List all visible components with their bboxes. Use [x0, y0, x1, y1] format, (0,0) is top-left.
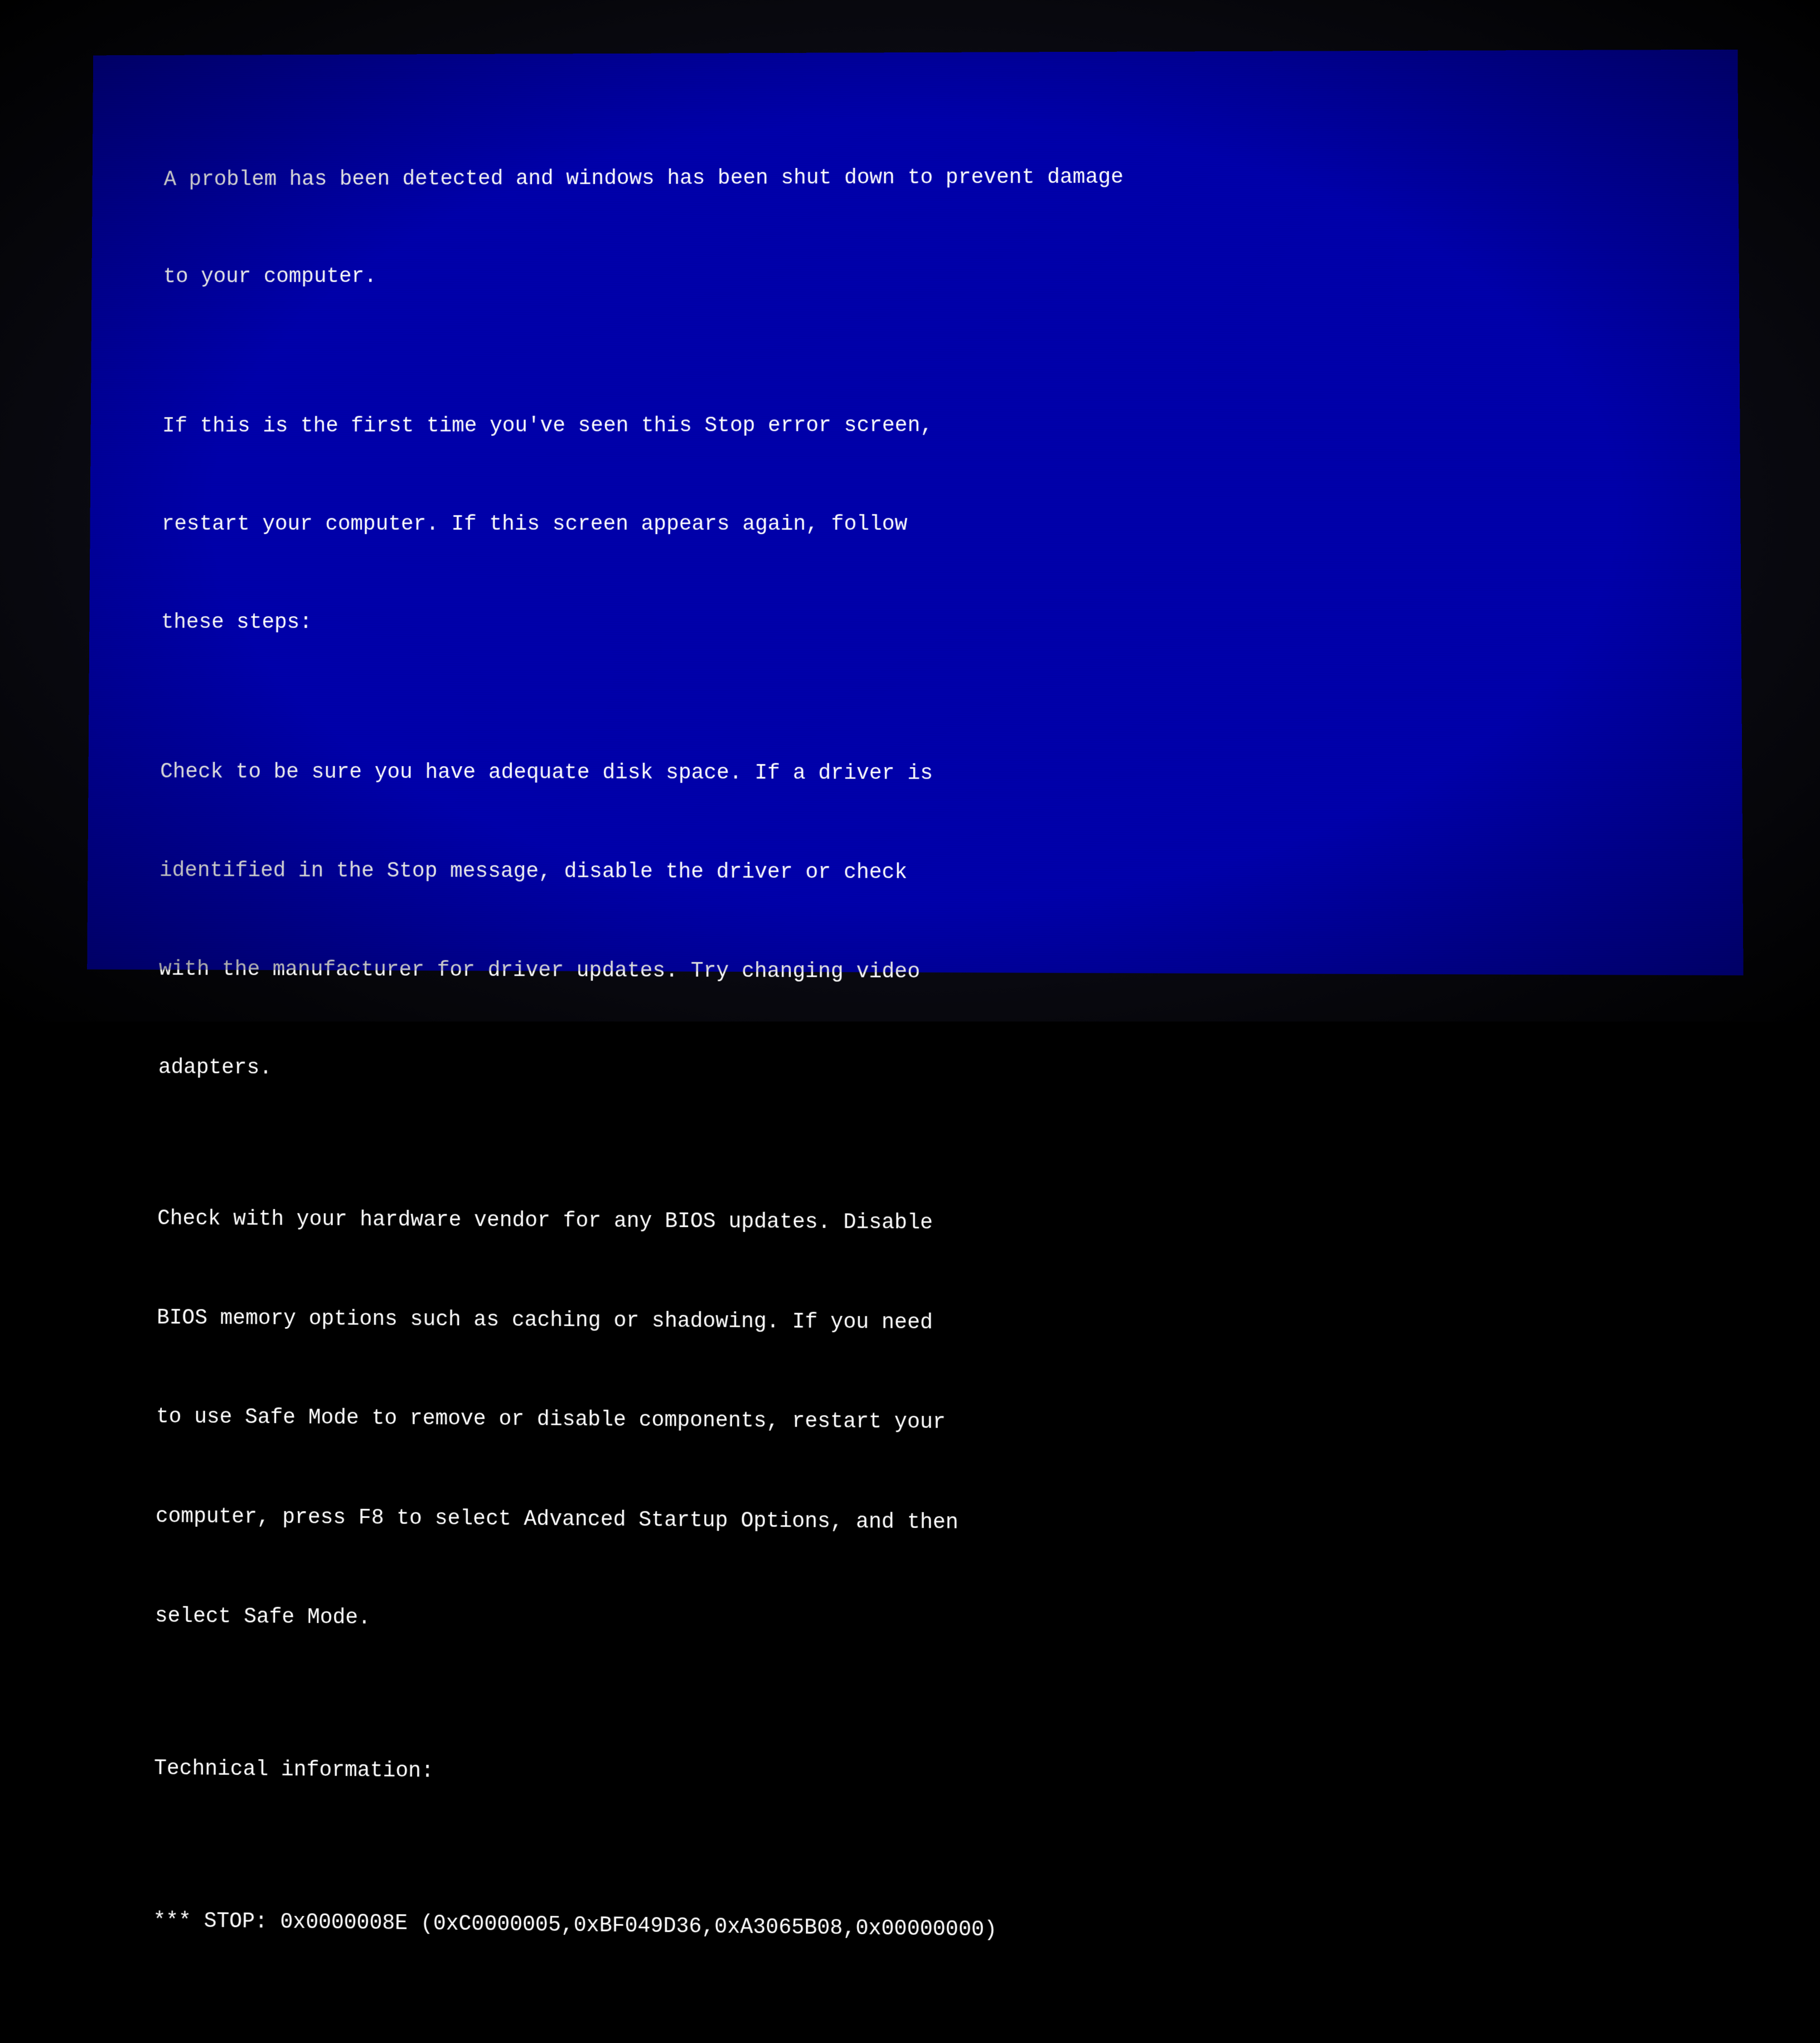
- bsod-para3-line1: Check with your hardware vendor for any …: [157, 1203, 1688, 1245]
- bsod-para1-line2: restart your computer. If this screen ap…: [162, 509, 1685, 541]
- bsod-line1: A problem has been detected and windows …: [164, 160, 1682, 197]
- bsod-text-content: A problem has been detected and windows …: [152, 94, 1694, 2043]
- bsod-para2-line1: Check to be sure you have adequate disk …: [160, 756, 1686, 792]
- bsod-para1-line1: If this is the first time you've seen th…: [162, 409, 1684, 443]
- bsod-para2-line2: identified in the Stop message, disable …: [159, 855, 1686, 892]
- bsod-para2-line3: with the manufacturer for driver updates…: [159, 953, 1687, 992]
- bsod-stop-code: *** STOP: 0x0000008E (0xC0000005,0xBF049…: [153, 1905, 1692, 1955]
- bsod-para1-line3: these steps:: [161, 607, 1685, 641]
- monitor-bezel: A problem has been detected and windows …: [0, 0, 1820, 1022]
- bsod-screen: A problem has been detected and windows …: [87, 50, 1743, 975]
- bsod-tech-label: Technical information:: [154, 1752, 1691, 1801]
- bsod-para3-line4: computer, press F8 to select Advanced St…: [156, 1500, 1690, 1546]
- bsod-para3-line2: BIOS memory options such as caching or s…: [157, 1302, 1689, 1345]
- bsod-para2-line4: adapters.: [158, 1052, 1687, 1092]
- bsod-line2: to your computer.: [163, 259, 1683, 294]
- bsod-para3-line3: to use Safe Mode to remove or disable co…: [156, 1401, 1690, 1445]
- bsod-para3-line5: select Safe Mode.: [155, 1600, 1691, 1647]
